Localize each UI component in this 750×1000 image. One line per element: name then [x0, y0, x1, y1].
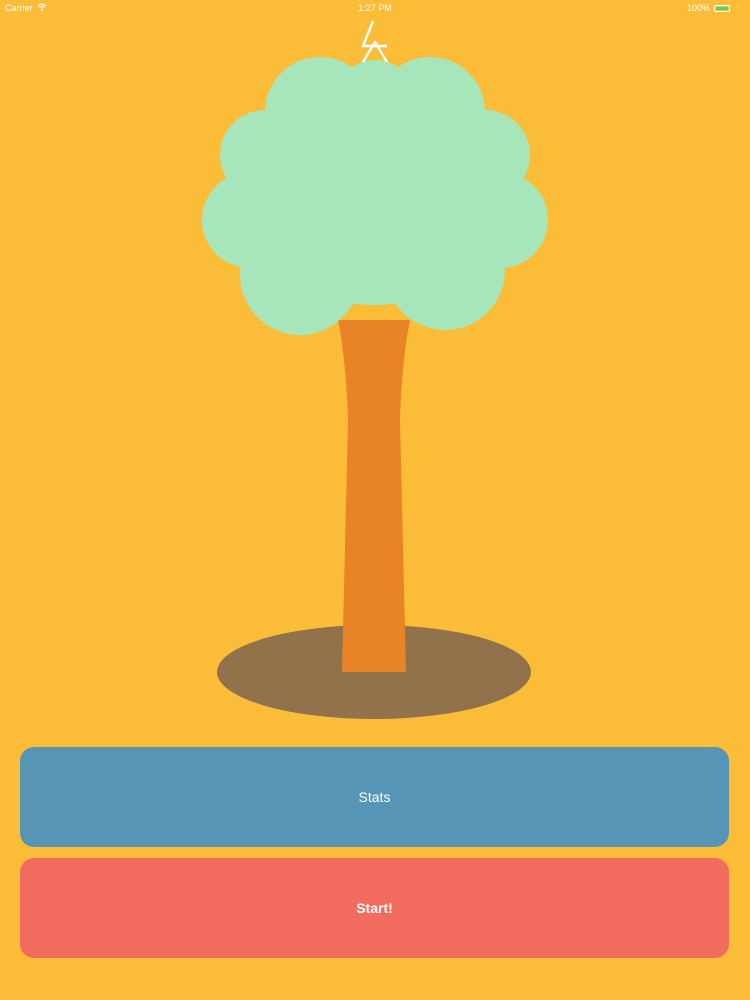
stats-button[interactable]: Stats — [20, 747, 729, 847]
stats-button-label: Stats — [358, 789, 391, 805]
tree-canopy — [202, 57, 548, 335]
start-button-label: Start! — [356, 900, 393, 916]
tree-illustration — [202, 57, 548, 719]
tree-trunk — [338, 320, 410, 672]
start-button[interactable]: Start! — [20, 858, 729, 958]
